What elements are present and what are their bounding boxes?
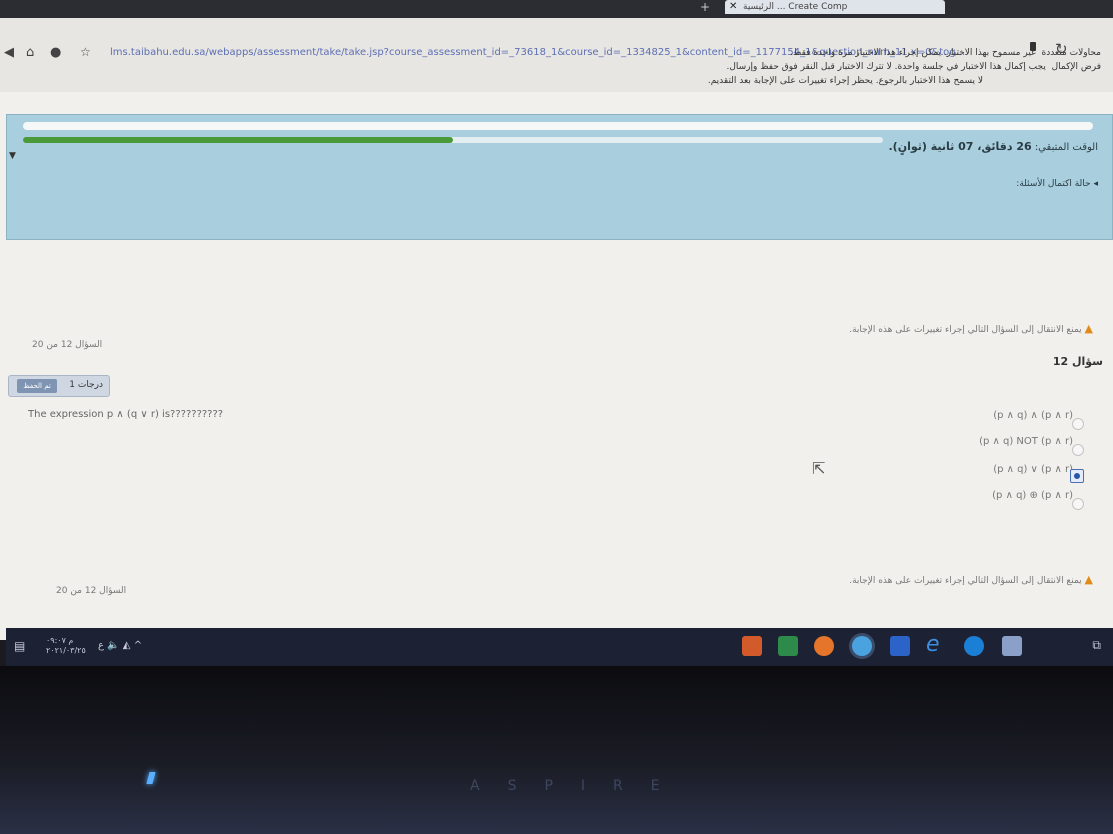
answer-option[interactable]: (p ∧ q) NOT (p ∧ r) bbox=[979, 436, 1073, 447]
extension-icon[interactable]: ● bbox=[50, 45, 61, 60]
answer-radio[interactable] bbox=[1072, 418, 1084, 430]
chrome-icon[interactable] bbox=[852, 636, 872, 656]
warning-icon: ▲ bbox=[1084, 573, 1093, 586]
timer-progress-fill bbox=[23, 137, 453, 143]
time-remaining-value: 26 دقائق، 07 ثانية (ثوانٍ). bbox=[888, 140, 1032, 153]
timer-panel: ▼ الوقت المتبقي: 26 دقائق، 07 ثانية (ثوا… bbox=[6, 114, 1113, 240]
multiple-attempts-row: محاولات متعددة غير مسموح بهذا الاختبار. … bbox=[790, 48, 1101, 58]
windows-taskbar: ▤ م ٠٩:٠٧ ٢٠٢١/٠٣/٢٥ ع 🔈 ◭ ^ e ⧉ bbox=[6, 628, 1113, 666]
firefox-icon[interactable] bbox=[814, 636, 834, 656]
warning-icon: ▲ bbox=[1084, 322, 1093, 335]
word-icon[interactable] bbox=[890, 636, 910, 656]
answer-option[interactable]: (p ∧ q) ∨ (p ∧ r) bbox=[993, 464, 1073, 475]
browser-tab-strip: + ✕ الرئيسية ... Create Comp bbox=[0, 0, 1113, 18]
task-view-icon[interactable]: ⧉ bbox=[1092, 638, 1101, 653]
browser-viewport: ◀ ⌂ ● ☆ lms.taibahu.edu.sa/webapps/asses… bbox=[0, 18, 1113, 640]
answer-option-label: (p ∧ q) ⊕ (p ∧ r) bbox=[992, 490, 1073, 501]
answer-option-label: (p ∧ q) NOT (p ∧ r) bbox=[979, 436, 1073, 447]
notifications-icon[interactable]: ▤ bbox=[14, 639, 25, 653]
force-completion-row: فرض الإكمال يجب إكمال هذا الاختبار في جل… bbox=[727, 62, 1101, 72]
question-counter-bottom: السؤال 12 من 20 bbox=[56, 586, 127, 596]
taskbar-date: ٢٠٢١/٠٣/٢٥ bbox=[46, 646, 86, 655]
answer-radio[interactable] bbox=[1072, 498, 1084, 510]
warning-top: ▲ يمنع الانتقال إلى السؤال التالي إجراء … bbox=[849, 322, 1093, 335]
multiple-attempts-value: غير مسموح بهذا الاختبار. يمكن إجراء هذا … bbox=[790, 48, 1036, 58]
question-completion-status[interactable]: ◂ حالة اكتمال الأسئلة: bbox=[1016, 179, 1098, 189]
close-tab-icon[interactable]: ✕ bbox=[729, 0, 737, 14]
answer-option-label: (p ∧ q) ∨ (p ∧ r) bbox=[993, 464, 1073, 475]
force-completion-label: فرض الإكمال bbox=[1051, 62, 1101, 72]
multiple-attempts-label: محاولات متعددة bbox=[1041, 48, 1101, 58]
answer-option[interactable]: (p ∧ q) ∧ (p ∧ r) bbox=[993, 410, 1073, 421]
tray-expand-icon[interactable]: ^ bbox=[134, 640, 142, 651]
question-points-box: 1 درجات تم الحفظ bbox=[8, 375, 110, 397]
taskbar-clock[interactable]: م ٠٩:٠٧ ٢٠٢١/٠٣/٢٥ bbox=[46, 636, 86, 656]
bookmark-star-icon[interactable]: ☆ bbox=[80, 45, 91, 59]
answer-option[interactable]: (p ∧ q) ⊕ (p ∧ r) bbox=[992, 490, 1073, 501]
excel-icon[interactable] bbox=[778, 636, 798, 656]
internet-explorer-icon[interactable]: e bbox=[926, 632, 940, 657]
warning-bottom-text: يمنع الانتقال إلى السؤال التالي إجراء تغ… bbox=[849, 576, 1082, 586]
question-counter-top: السؤال 12 من 20 bbox=[32, 340, 103, 350]
browser-tab[interactable]: ✕ الرئيسية ... Create Comp bbox=[725, 0, 945, 14]
mouse-cursor-icon: ⇱ bbox=[812, 459, 826, 478]
time-remaining: الوقت المتبقي: 26 دقائق، 07 ثانية (ثوانٍ… bbox=[888, 140, 1098, 153]
file-explorer-icon[interactable] bbox=[1002, 636, 1022, 656]
question-status-label: حالة اكتمال الأسئلة: bbox=[1016, 179, 1091, 189]
time-remaining-label: الوقت المتبقي: bbox=[1034, 142, 1098, 153]
system-tray[interactable]: ع 🔈 ◭ ^ bbox=[98, 640, 142, 651]
expand-icon: ◂ bbox=[1090, 179, 1098, 189]
edge-icon[interactable] bbox=[964, 636, 984, 656]
question-points: 1 درجات bbox=[69, 380, 103, 390]
language-indicator[interactable]: ع bbox=[98, 640, 104, 651]
browser-navbar: ◀ ⌂ ● ☆ lms.taibahu.edu.sa/webapps/asses… bbox=[0, 18, 1113, 92]
laptop-brand: ASPIRE bbox=[470, 778, 688, 794]
power-led bbox=[146, 772, 156, 784]
taskbar-time: م ٠٩:٠٧ bbox=[46, 636, 74, 645]
save-answer-button[interactable]: تم الحفظ bbox=[17, 379, 57, 393]
tab-title: الرئيسية ... Create Comp bbox=[743, 2, 848, 12]
powerpoint-icon[interactable] bbox=[742, 636, 762, 656]
answer-radio[interactable] bbox=[1072, 444, 1084, 456]
home-icon[interactable]: ⌂ bbox=[26, 45, 34, 60]
question-title: سؤال 12 bbox=[1052, 355, 1103, 368]
collapse-panel-icon[interactable]: ▼ bbox=[9, 151, 16, 161]
network-icon[interactable]: ◭ bbox=[123, 640, 131, 651]
force-completion-value: يجب إكمال هذا الاختبار في جلسة واحدة. لا… bbox=[726, 62, 1046, 72]
answer-option-label: (p ∧ q) ∧ (p ∧ r) bbox=[993, 410, 1073, 421]
new-tab-button[interactable]: + bbox=[700, 0, 710, 14]
back-icon[interactable]: ◀ bbox=[4, 45, 14, 60]
warning-bottom: ▲ يمنع الانتقال إلى السؤال التالي إجراء … bbox=[849, 573, 1093, 586]
backtracking-notice: لا يسمح هذا الاختبار بالرجوع. يحظر إجراء… bbox=[707, 76, 983, 86]
warning-top-text: يمنع الانتقال إلى السؤال التالي إجراء تغ… bbox=[849, 325, 1082, 335]
laptop-bezel: ASPIRE bbox=[0, 666, 1113, 834]
volume-icon[interactable]: 🔈 bbox=[107, 640, 119, 651]
panel-top-bar bbox=[23, 122, 1093, 130]
question-text: The expression p ∧ (q ∨ r) is?????????? bbox=[28, 409, 224, 420]
answer-radio-selected[interactable] bbox=[1070, 469, 1084, 483]
